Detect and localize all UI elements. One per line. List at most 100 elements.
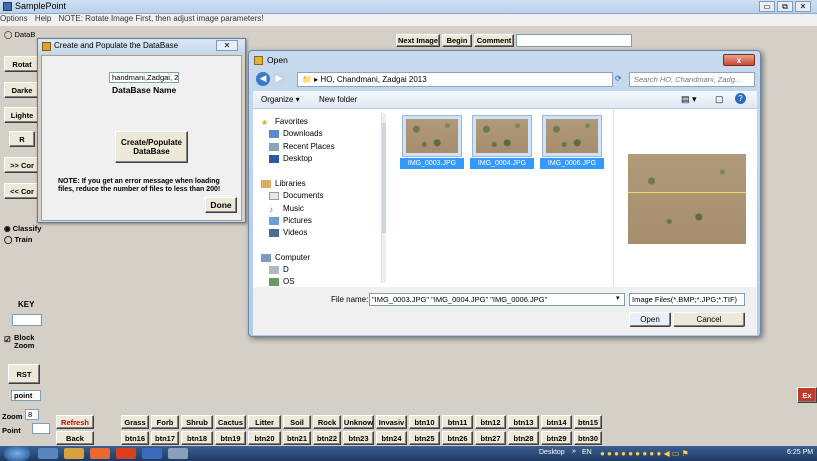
explorer-icon[interactable] [64,448,84,459]
file-type-select[interactable]: Image Files(*.BMP;*.JPG;*.TIF) [629,293,745,306]
btn12-button[interactable]: btn12 [475,415,506,429]
nav-favorites[interactable]: ★ Favorites [261,117,308,127]
address-bar[interactable]: 📁 ▸ HO, Chandmani, Zadgai 2013 [297,72,613,87]
btn18-button[interactable]: btn18 [181,431,213,445]
next-image-button[interactable]: Next Image [396,34,440,47]
darken-button[interactable]: Darke [4,82,40,98]
refresh-icon[interactable]: ⟳ [615,74,622,83]
back-arrow-icon[interactable]: ◀ [256,72,270,86]
taskbar-app-icon[interactable] [116,448,136,459]
desktop-toolbar-label[interactable]: Desktop [539,449,565,456]
nav-drive-os[interactable]: OS [269,277,295,286]
btn10-button[interactable]: btn10 [409,415,440,429]
grass-button[interactable]: Grass [121,415,149,429]
system-tray-icons[interactable]: ● ● ● ● ● ● ● ● ● ◀ ▭ ⚑ [600,449,780,458]
train-radio[interactable]: ◯ Train [4,235,32,244]
window-close-button[interactable]: ✕ [795,1,811,12]
start-button[interactable] [4,446,30,461]
rock-button[interactable]: Rock [313,415,341,429]
file-thumbnail[interactable] [472,115,532,157]
litter-button[interactable]: Litter [248,415,281,429]
btn23-button[interactable]: btn23 [343,431,374,445]
search-input[interactable]: Search HO, Chandmani, Zadg... [629,72,755,87]
database-name-input[interactable]: handmani,Zadgai, 2013 [109,72,179,83]
btn20-button[interactable]: btn20 [248,431,281,445]
btn11-button[interactable]: btn11 [442,415,473,429]
file-thumbnail[interactable] [542,115,602,157]
rotate-button[interactable]: Rotat [4,56,40,72]
btn24-button[interactable]: btn24 [376,431,407,445]
btn29-button[interactable]: btn29 [541,431,572,445]
btn30-button[interactable]: btn30 [574,431,602,445]
done-button[interactable]: Done [205,197,237,213]
nav-documents[interactable]: Documents [269,191,323,200]
nav-scrollbar[interactable] [381,113,386,283]
open-button[interactable]: Open [629,312,671,327]
comment-button[interactable]: Comment [474,34,514,47]
unknow-button[interactable]: Unknow [343,415,374,429]
nav-videos[interactable]: Videos [269,228,307,237]
database-radio[interactable]: ◯ DataB [4,30,35,39]
forward-arrow-icon[interactable]: ▶ [272,72,286,86]
back-button[interactable]: Back [56,431,94,445]
btn13-button[interactable]: btn13 [508,415,539,429]
block-zoom-checkbox[interactable]: ☑ [4,335,11,344]
forb-button[interactable]: Forb [151,415,179,429]
btn16-button[interactable]: btn16 [121,431,149,445]
nav-music[interactable]: ♪ Music [269,204,304,214]
menu-options[interactable]: Options [0,14,28,23]
chevron-right-icon[interactable]: » [572,448,576,455]
classify-radio[interactable]: ◉ Classify [4,224,41,233]
nav-pictures[interactable]: Pictures [269,216,312,225]
file-name-label[interactable]: IMG_0004.JPG [470,158,534,169]
rst-button[interactable]: RST [8,364,40,384]
browser-icon[interactable] [90,448,110,459]
btn26-button[interactable]: btn26 [442,431,473,445]
organize-button[interactable]: Organize ▾ [261,95,300,104]
btn21-button[interactable]: btn21 [283,431,311,445]
btn28-button[interactable]: btn28 [508,431,539,445]
new-folder-button[interactable]: New folder [319,95,357,104]
btn19-button[interactable]: btn19 [215,431,246,445]
menu-help[interactable]: Help [35,14,51,23]
nav-scrollbar-thumb[interactable] [382,123,386,233]
nav-drive-d[interactable]: D [269,265,289,274]
nav-recent-places[interactable]: Recent Places [269,142,335,151]
btn15-button[interactable]: btn15 [574,415,602,429]
file-name-input[interactable]: "IMG_0003.JPG" "IMG_0004.JPG" "IMG_0006.… [369,293,625,306]
nav-downloads[interactable]: Downloads [269,129,323,138]
btn22-button[interactable]: btn22 [313,431,341,445]
taskbar-app-icon[interactable] [168,448,188,459]
minimize-button[interactable]: ▭ [759,1,775,12]
file-thumbnail[interactable] [402,115,462,157]
comment-input[interactable] [516,34,632,47]
nav-libraries[interactable]: Libraries [261,179,306,188]
word-icon[interactable] [142,448,162,459]
clock[interactable]: 6:25 PM [787,449,813,456]
next-button[interactable]: >> Cor [4,157,40,173]
nav-desktop[interactable]: Desktop [269,154,312,163]
open-dialog-close-button[interactable]: x [723,54,755,66]
previous-button[interactable]: << Cor [4,183,40,199]
file-name-label[interactable]: IMG_0003.JPG [400,158,464,169]
zoom-input[interactable]: 8 [25,409,39,420]
file-name-label[interactable]: IMG_0006.JPG [540,158,604,169]
point-box[interactable]: point [11,390,41,401]
nav-computer[interactable]: Computer [261,253,310,262]
invasiv-button[interactable]: Invasiv [376,415,407,429]
point-input[interactable] [32,423,50,434]
cactus-button[interactable]: Cactus [215,415,246,429]
shrub-button[interactable]: Shrub [181,415,213,429]
db-dialog-close-button[interactable]: ✕ [216,40,238,51]
maximize-button[interactable]: ⧉ [777,1,793,12]
btn14-button[interactable]: btn14 [541,415,572,429]
view-icon[interactable]: ▤ ▾ [681,94,697,105]
lighten-button[interactable]: Lighte [4,107,40,123]
cancel-button[interactable]: Cancel [673,312,745,327]
btn17-button[interactable]: btn17 [151,431,179,445]
r-button[interactable]: R [9,131,35,147]
key-input[interactable] [12,314,42,326]
language-indicator[interactable]: EN [582,449,592,456]
preview-pane-icon[interactable]: ▢ [715,94,724,105]
file-name-dropdown-icon[interactable]: ▾ [616,294,620,302]
